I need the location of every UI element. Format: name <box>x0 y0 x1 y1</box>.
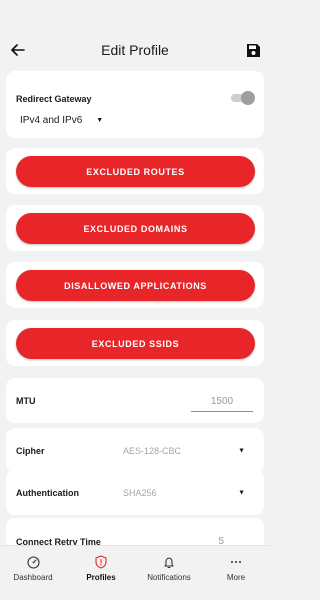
excluded-domains-button[interactable]: EXCLUDED DOMAINS <box>16 213 255 244</box>
redirect-gateway-card: Redirect Gateway IPv4 and IPv6 ▼ <box>6 71 264 138</box>
nav-dashboard[interactable]: Dashboard <box>0 546 66 600</box>
cipher-card: Cipher AES-128-CBC ▼ <box>6 428 264 473</box>
ip-version-select[interactable]: IPv4 and IPv6 ▼ <box>20 115 103 126</box>
toggle-thumb <box>241 91 255 105</box>
caret-down-icon: ▼ <box>96 117 104 124</box>
page-title: Edit Profile <box>101 42 169 58</box>
authentication-label: Authentication <box>16 487 79 498</box>
redirect-gateway-label: Redirect Gateway <box>16 94 92 104</box>
disallowed-applications-button[interactable]: DISALLOWED APPLICATIONS <box>16 270 255 301</box>
authentication-card: Authentication SHA256 ▼ <box>6 470 264 515</box>
excluded-routes-button[interactable]: EXCLUDED ROUTES <box>16 156 255 187</box>
cipher-label: Cipher <box>16 445 45 456</box>
shield-icon <box>95 555 107 569</box>
mtu-label: MTU <box>16 395 36 406</box>
excluded-ssids-button[interactable]: EXCLUDED SSIDS <box>16 328 255 359</box>
caret-down-icon[interactable]: ▼ <box>238 489 245 496</box>
save-button[interactable] <box>244 41 262 59</box>
nav-profiles[interactable]: Profiles <box>68 546 134 600</box>
save-icon <box>246 43 260 57</box>
mtu-card: MTU 1500 <box>6 378 264 423</box>
nav-label: Dashboard <box>13 573 53 582</box>
cipher-select[interactable]: AES-128-CBC <box>123 446 181 456</box>
more-icon <box>230 555 242 569</box>
dashboard-icon <box>26 555 40 569</box>
nav-label: Profiles <box>86 573 116 582</box>
authentication-select[interactable]: SHA256 <box>123 488 157 498</box>
bell-icon <box>163 555 175 569</box>
ip-version-value: IPv4 and IPv6 <box>20 115 83 126</box>
nav-label: More <box>226 573 246 582</box>
mtu-input[interactable]: 1500 <box>191 393 253 412</box>
app-header: Edit Profile <box>0 0 270 66</box>
bottom-navigation: Dashboard Profiles Notifications More <box>0 545 270 600</box>
nav-more[interactable]: More <box>203 546 269 600</box>
redirect-gateway-toggle[interactable] <box>231 91 255 105</box>
excluded-ssids-card: EXCLUDED SSIDS <box>6 320 264 366</box>
caret-down-icon[interactable]: ▼ <box>238 447 245 454</box>
excluded-routes-card: EXCLUDED ROUTES <box>6 148 264 194</box>
disallowed-apps-card: DISALLOWED APPLICATIONS <box>6 262 264 308</box>
nav-label: Notifications <box>147 573 191 582</box>
excluded-domains-card: EXCLUDED DOMAINS <box>6 205 264 251</box>
nav-notifications[interactable]: Notifications <box>136 546 202 600</box>
